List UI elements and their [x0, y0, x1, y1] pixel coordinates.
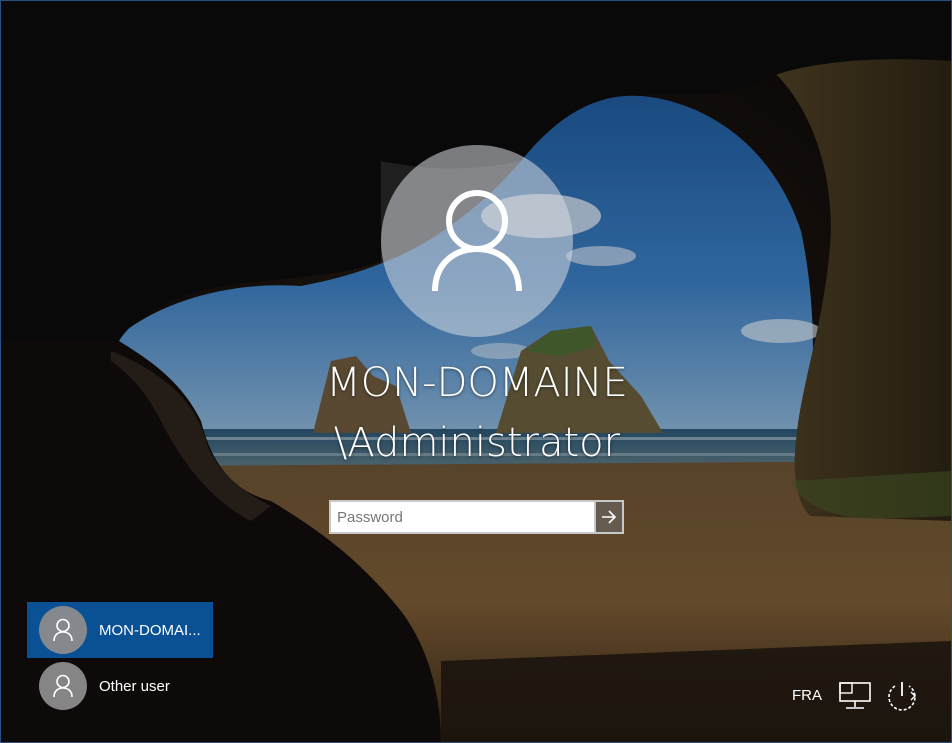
user-list-item-other[interactable]: Other user [27, 658, 213, 714]
submit-button[interactable] [593, 500, 624, 534]
user-list-item-selected[interactable]: MON-DOMAI... [27, 602, 213, 658]
user-list-item-label: Other user [99, 677, 170, 695]
user-avatar-large [381, 145, 573, 337]
user-list-item-label: MON-DOMAI... [99, 621, 201, 639]
password-form [329, 500, 624, 534]
avatar [39, 606, 87, 654]
user-silhouette-icon [432, 190, 522, 292]
lock-screen: MON-DOMAINE \Administrator MON-DOMAI... … [0, 0, 952, 743]
password-input[interactable] [329, 500, 594, 534]
user-silhouette-icon [53, 618, 73, 642]
network-icon [839, 682, 871, 709]
arrow-right-icon [601, 510, 617, 524]
language-indicator[interactable]: FRA [791, 687, 823, 704]
username-domain: MON-DOMAINE [326, 360, 628, 406]
username-account: \Administrator [333, 420, 621, 466]
username-display: MON-DOMAINE \Administrator [201, 353, 753, 473]
network-button[interactable] [837, 681, 873, 713]
user-silhouette-icon [53, 674, 73, 698]
power-button[interactable] [885, 679, 919, 713]
avatar [39, 662, 87, 710]
power-icon [888, 682, 916, 711]
